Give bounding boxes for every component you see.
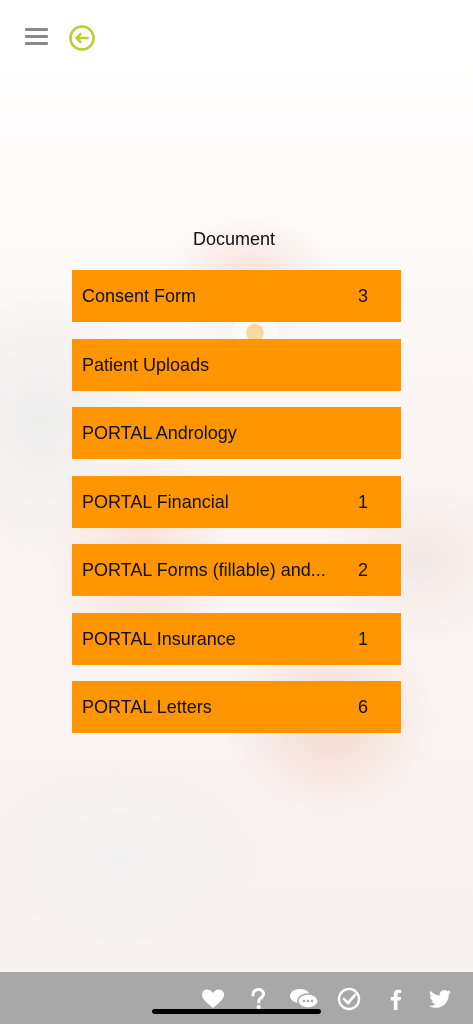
document-item-label: PORTAL Letters bbox=[82, 697, 212, 717]
document-item-portal-forms[interactable]: PORTAL Forms (fillable) and... 2 bbox=[72, 544, 401, 596]
document-item-portal-financial[interactable]: PORTAL Financial 1 bbox=[72, 475, 401, 528]
document-list: Consent Form 3 Patient Uploads PORTAL An… bbox=[72, 270, 401, 750]
document-item-label: PORTAL Insurance bbox=[82, 628, 236, 649]
document-item-portal-insurance[interactable]: PORTAL Insurance 1 bbox=[72, 612, 401, 665]
document-item-portal-andrology[interactable]: PORTAL Andrology bbox=[72, 407, 401, 459]
document-item-count: 1 bbox=[358, 491, 369, 512]
twitter-icon[interactable] bbox=[427, 986, 453, 1012]
document-item-count: 6 bbox=[358, 697, 369, 717]
document-item-label: PORTAL Andrology bbox=[82, 423, 237, 443]
document-item-portal-letters[interactable]: PORTAL Letters 6 bbox=[72, 681, 401, 733]
document-item-label: Patient Uploads bbox=[82, 354, 210, 375]
bottom-toolbar bbox=[0, 972, 473, 1024]
back-button[interactable] bbox=[68, 24, 96, 52]
document-item-patient-uploads[interactable]: Patient Uploads bbox=[72, 338, 401, 391]
document-item-label: PORTAL Forms (fillable) and... bbox=[82, 560, 326, 580]
page-title: Document bbox=[192, 229, 276, 249]
facebook-icon[interactable] bbox=[383, 986, 409, 1012]
document-item-count: 2 bbox=[358, 560, 369, 580]
check-circle-icon[interactable] bbox=[337, 986, 363, 1012]
document-item-count: 3 bbox=[358, 286, 369, 306]
document-item-label: Consent Form bbox=[82, 286, 197, 306]
document-item-count: 1 bbox=[358, 628, 369, 649]
home-indicator[interactable] bbox=[152, 1009, 321, 1014]
hamburger-menu-icon[interactable] bbox=[25, 28, 49, 46]
document-item-consent-form[interactable]: Consent Form 3 bbox=[72, 270, 401, 322]
circle-arrow-left-icon bbox=[69, 25, 95, 51]
document-item-label: PORTAL Financial bbox=[82, 491, 229, 512]
